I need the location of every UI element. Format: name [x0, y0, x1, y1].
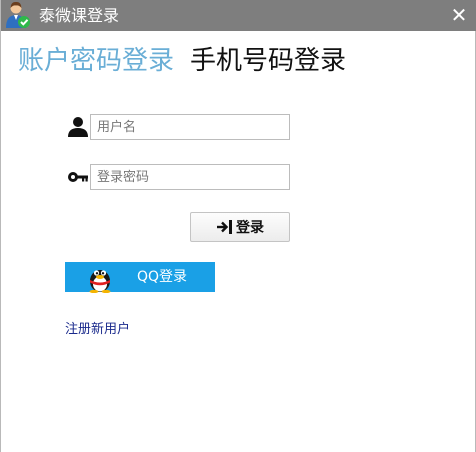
login-window: 泰微课登录 ✕ 账户密码登录 手机号码登录 登录 — [0, 0, 476, 452]
login-button[interactable]: 登录 — [190, 212, 290, 242]
tab-account-password[interactable]: 账户密码登录 — [18, 44, 174, 78]
user-check-icon — [6, 1, 30, 28]
qq-login-button[interactable]: QQ登录 — [65, 262, 215, 293]
title-bar: 泰微课登录 ✕ — [1, 0, 476, 31]
login-button-label: 登录 — [236, 220, 264, 236]
username-input[interactable] — [90, 114, 290, 140]
qq-login-label: QQ登录 — [137, 269, 188, 285]
password-input[interactable] — [90, 164, 290, 190]
register-link[interactable]: 注册新用户 — [65, 318, 130, 337]
key-icon — [68, 172, 88, 182]
qq-penguin-icon — [89, 270, 111, 293]
enter-icon — [217, 220, 232, 234]
tab-phone-number[interactable]: 手机号码登录 — [190, 44, 346, 78]
window-title: 泰微课登录 — [39, 6, 120, 25]
close-icon[interactable]: ✕ — [447, 3, 471, 27]
user-icon — [68, 117, 88, 137]
